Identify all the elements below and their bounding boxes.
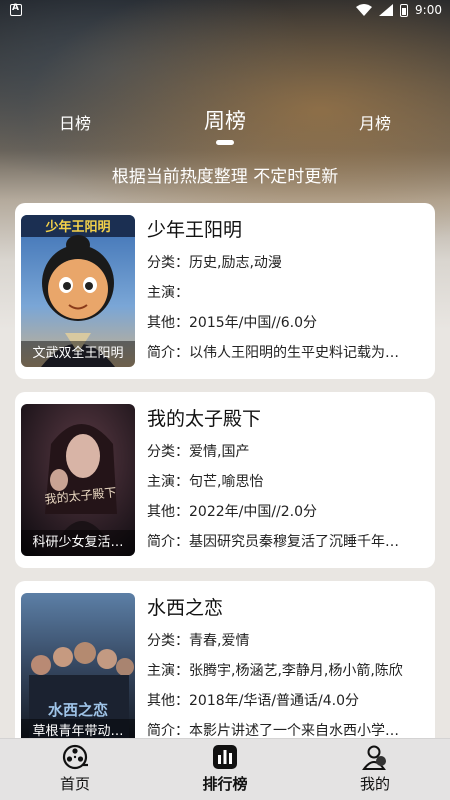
movie-poster[interactable]: 少年王阳明 文武双全王阳明	[21, 215, 135, 367]
nav-profile-label: 我的	[359, 775, 390, 793]
profile-icon	[362, 745, 386, 770]
ranking-bars-icon	[213, 745, 237, 769]
movie-poster[interactable]: 我的太子殿下 科研少女复活…	[21, 404, 135, 556]
movie-poster[interactable]: 水西之恋 草根青年带动…	[21, 593, 135, 745]
movie-card[interactable]: 少年王阳明 文武双全王阳明 少年王阳明 分类：历史,励志,动漫 主演： 其他：2…	[15, 203, 435, 379]
movie-title[interactable]: 水西之恋	[147, 593, 427, 623]
movie-card[interactable]: 水西之恋 草根青年带动… 水西之恋 分类：青春,爱情 主演：张腾宇,杨涵艺,李静…	[15, 581, 435, 757]
nav-home[interactable]: 首页	[20, 743, 130, 794]
nav-home-label: 首页	[59, 775, 90, 793]
film-reel-icon	[62, 744, 88, 770]
poster-caption: 科研少女复活…	[21, 530, 135, 556]
svg-text:水西之恋: 水西之恋	[48, 701, 108, 719]
movie-other: 其他：2018年/华语/普通话/4.0分	[147, 693, 360, 709]
ranking-subtitle: 根据当前热度整理 不定时更新	[111, 167, 339, 187]
movie-cast: 主演：张腾宇,杨涵艺,李静月,杨小箭,陈欣	[147, 663, 403, 679]
movie-title[interactable]: 我的太子殿下	[147, 404, 427, 434]
ranking-tabs: 日榜 周榜 月榜	[0, 100, 450, 150]
tab-daily[interactable]: 日榜	[45, 110, 105, 134]
movie-other: 其他：2015年/中国//6.0分	[147, 315, 318, 331]
movie-intro: 简介：基因研究员秦穆复活了沉睡千年…	[147, 534, 399, 550]
bottom-navigation: 首页 排行榜 我的	[0, 738, 450, 800]
wifi-icon	[356, 4, 373, 16]
active-tab-indicator	[216, 140, 234, 145]
movie-category: 分类：青春,爱情	[147, 633, 250, 649]
tab-monthly[interactable]: 月榜	[345, 110, 405, 134]
movie-card[interactable]: 我的太子殿下 科研少女复活… 我的太子殿下 分类：爱情,国产 主演：句芒,喻思怡…	[15, 392, 435, 568]
nav-ranking-label: 排行榜	[202, 775, 248, 793]
status-bar: 9:00	[0, 0, 450, 22]
movie-cast: 主演：	[147, 285, 189, 301]
movie-title[interactable]: 少年王阳明	[147, 215, 427, 245]
nav-ranking[interactable]: 排行榜	[170, 743, 280, 794]
battery-icon	[400, 3, 409, 17]
signal-icon	[379, 4, 394, 16]
notification-icon	[10, 3, 22, 16]
status-time: 9:00	[415, 3, 442, 17]
nav-profile[interactable]: 我的	[320, 743, 430, 794]
tab-weekly[interactable]: 周榜	[185, 105, 265, 135]
movie-cast: 主演：句芒,喻思怡	[147, 474, 264, 490]
movie-other: 其他：2022年/中国//2.0分	[147, 504, 318, 520]
poster-caption: 文武双全王阳明	[21, 341, 135, 367]
movie-intro: 简介：以伟人王阳明的生平史料记载为…	[147, 345, 399, 361]
movie-category: 分类：爱情,国产	[147, 444, 250, 460]
movie-category: 分类：历史,励志,动漫	[147, 255, 282, 271]
poster-title-text: 少年王阳明	[44, 219, 110, 235]
